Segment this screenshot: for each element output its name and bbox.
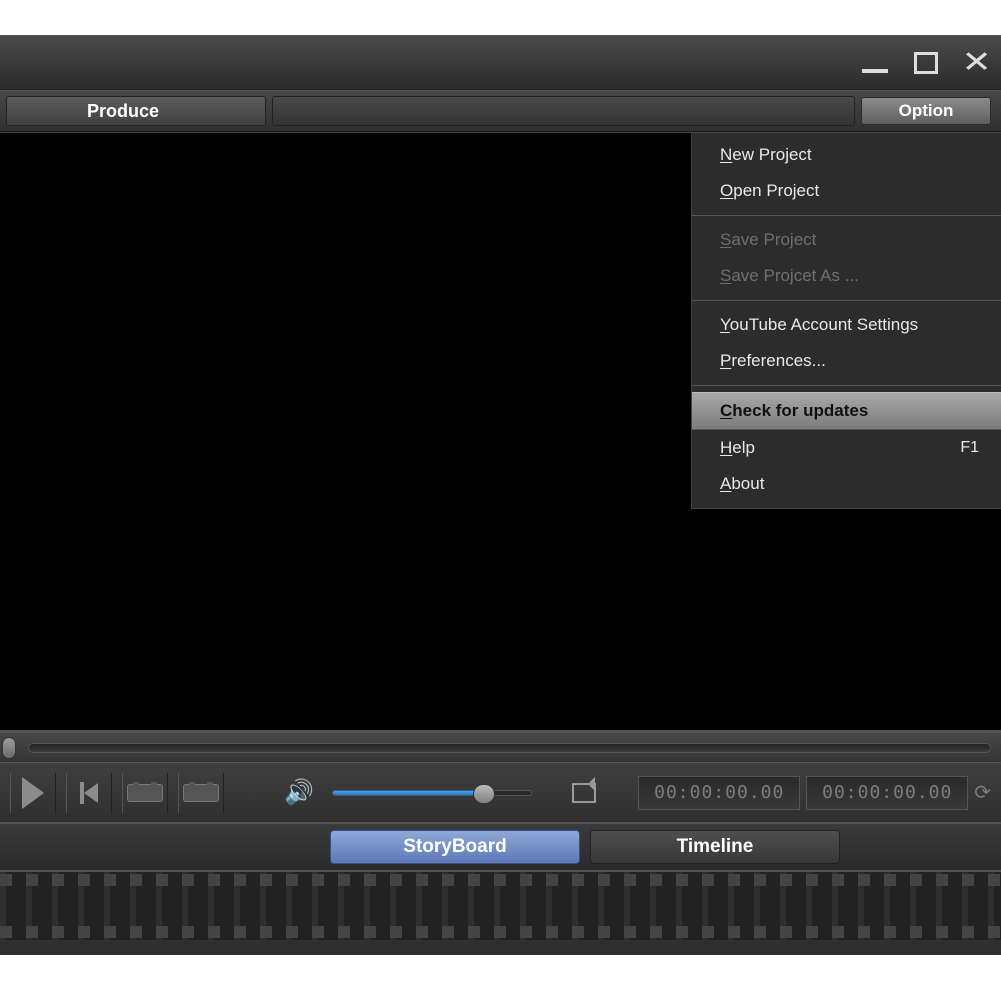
menu-separator [692,215,1001,216]
menu-check-updates[interactable]: Check for updates [692,392,1001,430]
maximize-icon [914,52,938,74]
menu-separator [692,300,1001,301]
menu-save-project-as: Save Projcet As ... [692,258,1001,294]
minimize-icon [862,69,888,73]
minimize-button[interactable] [862,53,888,73]
view-tabs: StoryBoard Timeline [0,822,1001,870]
menu-preferences[interactable]: Preferences... [692,343,1001,379]
play-icon [22,777,44,809]
menu-save-project: Save Project [692,222,1001,258]
close-button[interactable]: ✕ [961,45,991,80]
maximize-button[interactable] [914,52,938,74]
menu-help[interactable]: HelpF1 [692,430,1001,466]
app-window: ✕ Produce Option New Project Open Projec… [0,35,1001,955]
timecode-total: 00:00:00.00 [806,776,968,810]
timecode-group: 00:00:00.00 00:00:00.00 ⟳ [638,776,991,810]
main-toolbar: Produce Option [0,90,1001,132]
refresh-icon[interactable]: ⟳ [974,780,991,805]
volume-icon[interactable]: 🔊 [284,778,314,807]
filmstrip[interactable] [0,870,1001,940]
clip-icon [127,784,163,802]
seek-track[interactable] [28,743,991,753]
tab-timeline[interactable]: Timeline [590,830,840,864]
menu-separator [692,385,1001,386]
previous-button[interactable] [66,773,112,813]
toolbar-blank [272,96,855,126]
produce-button[interactable]: Produce [6,96,266,126]
menu-about[interactable]: About [692,466,1001,502]
option-menu: New Project Open Project Save Project Sa… [691,133,1001,509]
menu-open-project[interactable]: Open Project [692,173,1001,209]
volume-knob[interactable] [473,784,495,804]
mark-out-button[interactable] [178,773,224,813]
clip-icon [183,784,219,802]
play-button[interactable] [10,773,56,813]
video-preview: New Project Open Project Save Project Sa… [0,132,1001,732]
seek-bar[interactable] [0,732,1001,762]
tab-storyboard[interactable]: StoryBoard [330,830,580,864]
previous-icon [80,782,98,804]
seek-knob[interactable] [2,737,16,759]
volume-fill [333,791,487,795]
menu-youtube-settings[interactable]: YouTube Account Settings [692,307,1001,343]
menu-new-project[interactable]: New Project [692,137,1001,173]
titlebar: ✕ [0,36,1001,90]
option-button[interactable]: Option [861,97,991,125]
playback-controls: 🔊 00:00:00.00 00:00:00.00 ⟳ [0,762,1001,822]
volume-slider[interactable] [332,790,532,796]
fullscreen-button[interactable] [572,783,596,803]
mark-in-button[interactable] [122,773,168,813]
timecode-current: 00:00:00.00 [638,776,800,810]
